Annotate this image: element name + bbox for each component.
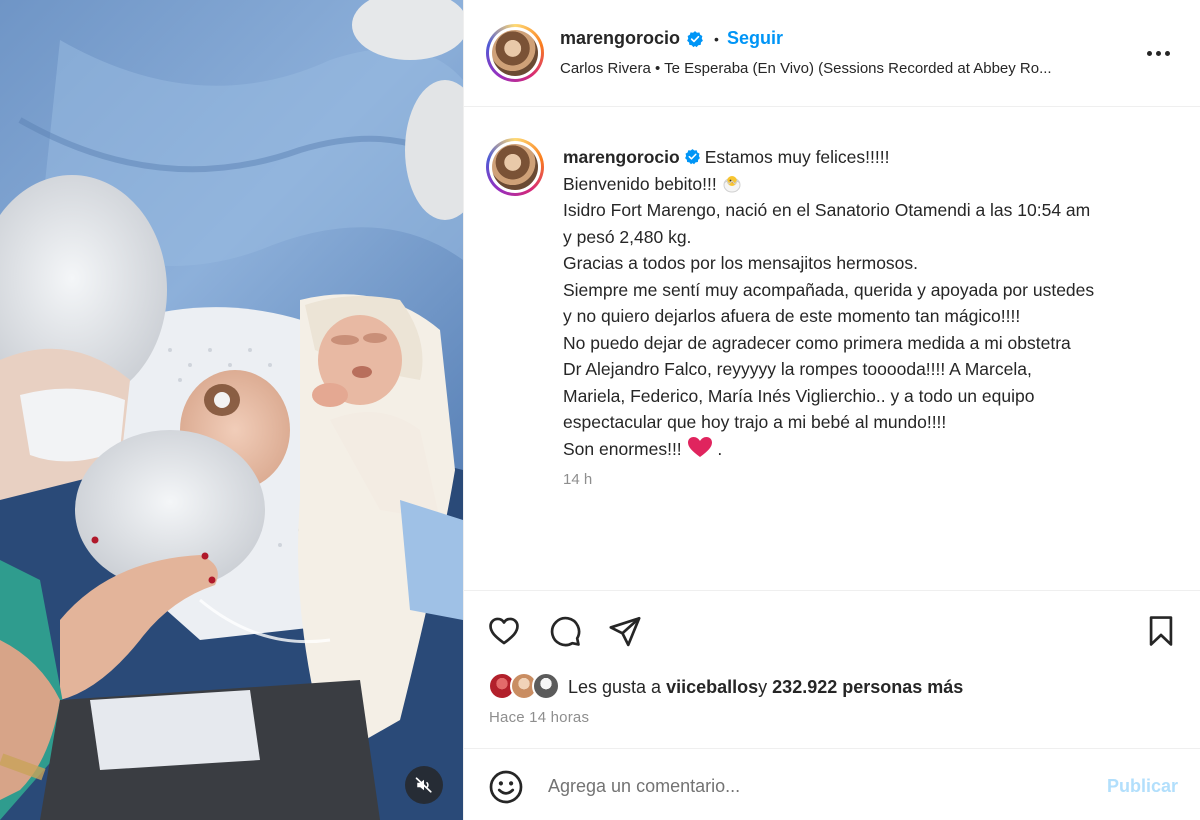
caption-line: Gracias a todos por los mensajitos hermo… xyxy=(563,253,919,273)
liker-avatar[interactable] xyxy=(532,672,560,700)
liker-avatars xyxy=(488,672,564,702)
follow-button[interactable]: Seguir xyxy=(727,28,783,49)
caption-line: Son enormes!!! . xyxy=(563,436,1188,463)
instagram-post-window: marengorocio • Seguir Carlos Rivera • Te… xyxy=(0,0,1200,820)
liker-username[interactable]: viiceballos xyxy=(666,677,758,698)
likes-prefix: Les gusta a xyxy=(568,676,662,697)
share-button[interactable] xyxy=(605,611,645,651)
caption-line: Isidro Fort Marengo, nació en el Sanator… xyxy=(563,200,1091,220)
mute-toggle-button[interactable] xyxy=(405,766,443,804)
caption-line: marengorocio Estamos muy felices!!!!! xyxy=(563,144,1188,171)
more-options-icon[interactable] xyxy=(1143,40,1173,66)
audio-track-link[interactable]: Carlos Rivera • Te Esperaba (En Vivo) (S… xyxy=(560,60,1120,77)
post-photo xyxy=(0,0,463,820)
post-caption: marengorocio Estamos muy felices!!!!! Bie… xyxy=(563,144,1188,462)
caption-line: No puedo dejar de agradecer como primera… xyxy=(563,332,1071,353)
caption-author-avatar[interactable] xyxy=(486,138,544,196)
caption-line: y no quiero dejarlos afuera de este mome… xyxy=(563,306,1021,326)
comment-button[interactable] xyxy=(545,611,585,651)
publish-button[interactable]: Publicar xyxy=(1107,776,1178,797)
author-avatar[interactable] xyxy=(486,24,544,82)
hatching-chick-emoji-icon xyxy=(723,175,741,192)
caption-timestamp[interactable]: 14 h xyxy=(563,471,592,488)
caption-line: Siempre me sentí muy acompañada, querida… xyxy=(563,279,1095,300)
comment-composer: Publicar xyxy=(464,748,1200,820)
header-separator: • xyxy=(714,30,719,47)
caption-text: Estamos muy felices!!!!! xyxy=(704,147,890,167)
post-side-panel: marengorocio • Seguir Carlos Rivera • Te… xyxy=(463,0,1200,820)
post-actions: Les gusta a viiceballos y 232.922 person… xyxy=(464,590,1200,747)
author-username[interactable]: marengorocio xyxy=(560,28,680,49)
likes-count[interactable]: 232.922 personas más xyxy=(772,677,963,698)
verified-badge-icon xyxy=(687,30,703,47)
red-heart-emoji-icon xyxy=(687,436,712,457)
comment-input[interactable] xyxy=(548,771,1068,801)
like-button[interactable] xyxy=(484,611,524,651)
caption-line: espectacular que hoy trajo a mi bebé al … xyxy=(563,412,947,432)
verified-badge-icon xyxy=(684,149,700,165)
caption-username[interactable]: marengorocio xyxy=(563,147,680,167)
bookmark-icon xyxy=(1149,616,1173,646)
post-header: marengorocio • Seguir Carlos Rivera • Te… xyxy=(464,0,1200,107)
share-icon xyxy=(609,616,641,647)
likes-middle: y xyxy=(758,676,768,697)
heart-icon xyxy=(489,617,519,645)
caption-line: Mariela, Federico, María Inés Viglierchi… xyxy=(563,385,1035,406)
caption-line: Dr Alejandro Falco, reyyyyy la rompes to… xyxy=(563,359,1032,379)
likes-summary: Les gusta a viiceballos y 232.922 person… xyxy=(488,672,963,702)
emoji-icon[interactable] xyxy=(488,769,524,805)
save-button[interactable] xyxy=(1141,611,1181,651)
caption-section: marengorocio Estamos muy felices!!!!! Bie… xyxy=(464,108,1200,590)
comment-icon xyxy=(550,616,581,647)
post-date[interactable]: Hace 14 horas xyxy=(489,709,589,726)
muted-speaker-icon xyxy=(415,777,432,793)
post-media[interactable] xyxy=(0,0,463,820)
caption-line: Bienvenido bebito!!! xyxy=(563,171,1188,198)
caption-line: y pesó 2,480 kg. xyxy=(563,226,692,247)
